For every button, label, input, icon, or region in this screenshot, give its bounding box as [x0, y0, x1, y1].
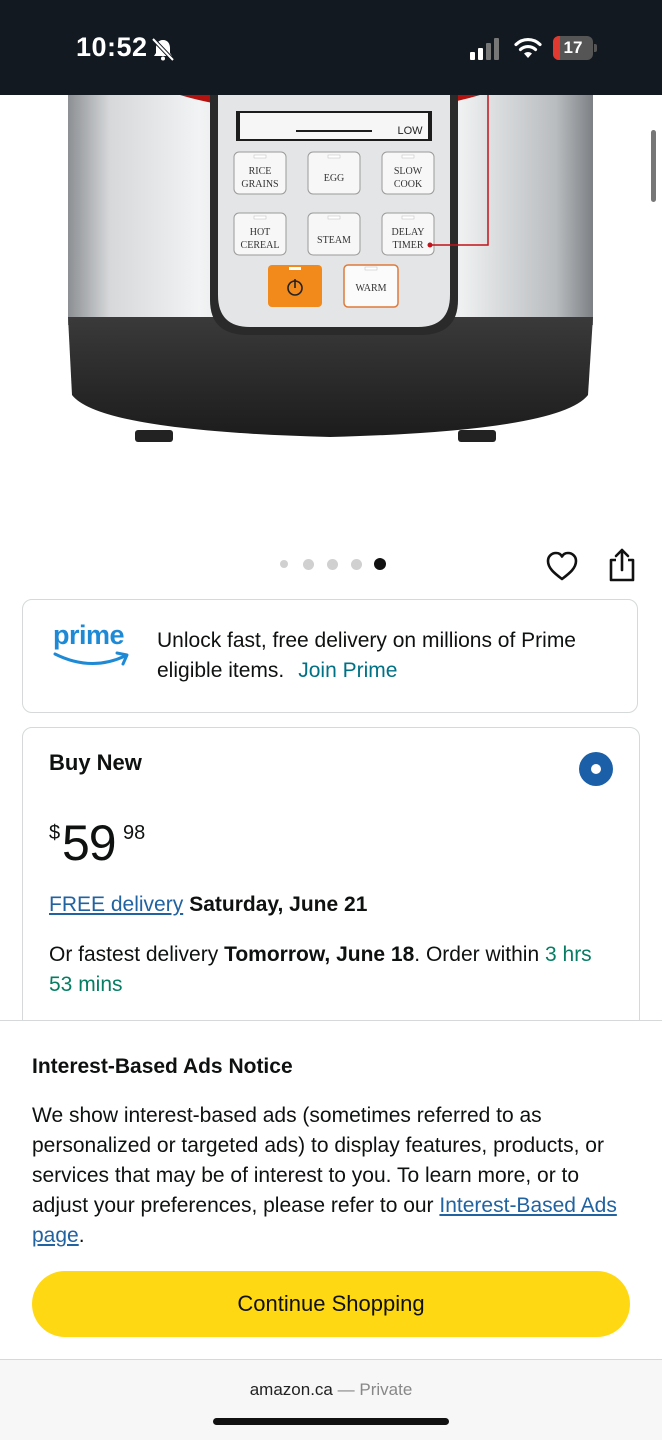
svg-text:STEAM: STEAM [317, 235, 351, 246]
private-mode-label: Private [359, 1380, 413, 1399]
url-bar[interactable]: amazon.ca — Private [0, 1380, 662, 1400]
scroll-indicator [651, 130, 656, 202]
free-delivery-line: FREE delivery Saturday, June 21 [49, 893, 367, 917]
prime-message: Unlock fast, free delivery on millions o… [157, 629, 576, 682]
carousel-dot[interactable] [374, 558, 386, 570]
share-icon[interactable] [606, 546, 638, 584]
price-fraction: 98 [123, 822, 146, 844]
bell-muted-icon [151, 37, 175, 62]
browser-bottom-bar: amazon.ca — Private [0, 1360, 662, 1440]
status-time: 10:52 [76, 32, 148, 62]
carousel-dot[interactable] [350, 558, 362, 570]
battery-level: 17 [563, 38, 583, 57]
product-image[interactable]: LOW RICE GRAINS EGG SLOW COOK HOT CEREAL… [0, 95, 662, 535]
cooker-button-egg: EGG [307, 151, 361, 195]
buy-new-radio[interactable] [579, 752, 613, 786]
svg-text:DELAY: DELAY [392, 227, 425, 238]
cooker-button-slow-cook: SLOW COOK [381, 151, 435, 195]
free-delivery-date: Saturday, June 21 [189, 893, 368, 916]
wifi-icon [514, 37, 542, 58]
ads-notice-title: Interest-Based Ads Notice [32, 1055, 293, 1078]
svg-text:WARM: WARM [355, 283, 386, 294]
svg-text:HOT: HOT [250, 227, 271, 238]
fastest-delivery-date: Tomorrow, June 18 [224, 943, 415, 966]
svg-text:SLOW: SLOW [394, 166, 423, 177]
svg-text:COOK: COOK [394, 179, 423, 190]
svg-text:RICE: RICE [249, 166, 272, 177]
cooker-button-steam: STEAM [307, 212, 361, 256]
carousel-dot[interactable] [280, 560, 288, 568]
prime-logo: prime [53, 620, 133, 680]
home-indicator[interactable] [213, 1418, 449, 1425]
cooker-button-delay-timer: DELAY TIMER [381, 212, 435, 256]
buy-new-title: Buy New [49, 750, 142, 775]
interest-ads-notice: Interest-Based Ads Notice We show intere… [0, 1020, 662, 1360]
carousel-dot[interactable] [302, 558, 314, 570]
join-prime-link[interactable]: Join Prime [298, 659, 397, 682]
price-whole: 59 [62, 815, 117, 871]
buy-new-card[interactable]: Buy New $ 59 98 FREE delivery Saturday, J… [22, 727, 640, 1067]
heart-icon[interactable] [544, 548, 580, 584]
continue-shopping-button[interactable]: Continue Shopping [32, 1271, 630, 1337]
free-delivery-link[interactable]: FREE delivery [49, 893, 183, 916]
svg-text:GRAINS: GRAINS [241, 179, 278, 190]
cooker-warm-button: WARM [343, 264, 399, 308]
svg-text:CEREAL: CEREAL [241, 240, 280, 251]
svg-text:EGG: EGG [324, 173, 345, 184]
cooker-power-button [268, 265, 322, 307]
cellular-signal-icon [470, 38, 499, 60]
price-symbol: $ [49, 822, 61, 844]
cooker-button-hot-cereal: HOT CEREAL [233, 212, 287, 256]
prime-smile-icon [53, 651, 129, 666]
status-bar: 10:52 17 [0, 0, 662, 95]
svg-text:TIMER: TIMER [392, 240, 423, 251]
display-low-label: LOW [397, 125, 423, 137]
battery-icon: 17 [553, 36, 597, 60]
url-domain: amazon.ca [249, 1380, 333, 1399]
cooker-button-rice-grains: RICE GRAINS [233, 151, 287, 195]
carousel-dot[interactable] [326, 558, 338, 570]
ads-notice-body: We show interest-based ads (sometimes re… [32, 1104, 617, 1247]
prime-promo-card[interactable]: prime Unlock fast, free delivery on mill… [22, 599, 638, 713]
fastest-delivery-line: Or fastest delivery Tomorrow, June 18. O… [49, 943, 592, 996]
